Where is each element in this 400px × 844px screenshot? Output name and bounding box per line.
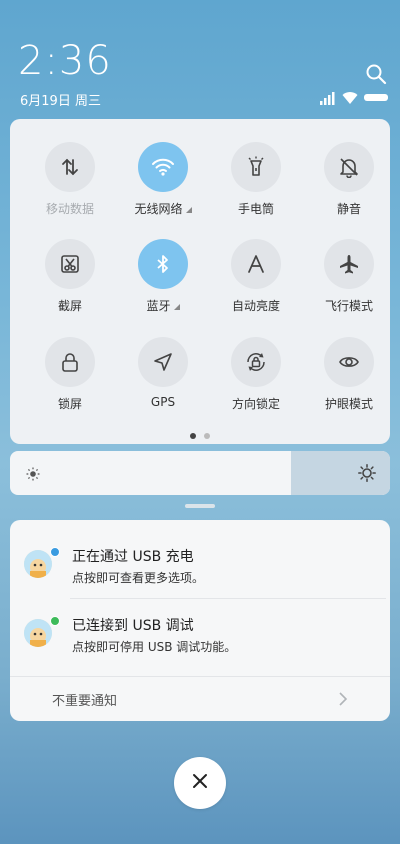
tile-gps[interactable]: GPS	[123, 337, 203, 417]
screenshot-icon[interactable]	[45, 239, 95, 289]
status-icons	[320, 90, 390, 105]
tile-label-text: GPS	[150, 395, 176, 409]
tile-label: 方向锁定	[206, 395, 306, 412]
tile-bluetooth[interactable]: 蓝牙	[123, 239, 203, 319]
tile-screenshot[interactable]: 截屏	[30, 239, 110, 319]
airplane-icon[interactable]	[324, 239, 374, 289]
tile-label-text: 自动亮度	[231, 299, 280, 313]
tile-label-text: 蓝牙	[146, 299, 171, 313]
drag-handle[interactable]	[185, 504, 215, 508]
tile-label: 护眼模式	[299, 395, 399, 412]
chevron-right-icon	[338, 691, 348, 707]
battery-icon	[364, 94, 388, 101]
tile-lock[interactable]: 锁屏	[30, 337, 110, 417]
tile-label: 静音	[299, 200, 399, 217]
wifi-status-icon	[342, 90, 358, 104]
unimportant-notifications-row[interactable]: 不重要通知	[10, 677, 390, 721]
tile-wifi[interactable]: 无线网络	[123, 142, 203, 222]
tile-label-text: 无线网络	[134, 202, 183, 216]
tile-flashlight[interactable]: 手电筒	[216, 142, 296, 222]
flashlight-icon[interactable]	[231, 142, 281, 192]
wifi-icon[interactable]	[138, 142, 188, 192]
notification-panel: 正在通过 USB 充电 点按即可查看更多选项。 已连接到 USB 调试 点按即可…	[10, 520, 390, 721]
expand-triangle-icon	[185, 207, 192, 213]
tile-label-text: 移动数据	[45, 202, 94, 216]
tile-mobile-data[interactable]: 移动数据	[30, 142, 110, 222]
android-system-icon	[24, 550, 52, 578]
mobile-data-icon[interactable]	[45, 142, 95, 192]
tile-eye[interactable]: 护眼模式	[309, 337, 389, 417]
close-icon	[192, 773, 208, 793]
brightness-slider[interactable]	[10, 451, 390, 495]
notification-title: 已连接到 USB 调试	[72, 618, 194, 634]
clock[interactable]: 2:36	[18, 38, 112, 84]
search-icon[interactable]	[364, 62, 388, 86]
tile-label: 无线网络	[113, 200, 213, 217]
bluetooth-icon[interactable]	[138, 239, 188, 289]
lock-icon[interactable]	[45, 337, 95, 387]
gps-icon[interactable]	[138, 337, 188, 387]
expand-triangle-icon	[173, 304, 180, 310]
tile-label: GPS	[113, 395, 213, 409]
brightness-low-icon	[26, 466, 40, 481]
quick-settings-panel: 移动数据 无线网络 手电筒 静音截屏 蓝牙 自动亮度 飞行模式锁屏 GPS 方向锁定 护眼模式	[10, 119, 390, 444]
tile-label-text: 静音	[336, 202, 361, 216]
unimportant-label: 不重要通知	[52, 694, 118, 709]
close-button[interactable]	[174, 757, 226, 809]
tile-label: 蓝牙	[113, 297, 213, 314]
page-dot	[204, 433, 210, 439]
date[interactable]: 6月19日 周三	[20, 90, 101, 109]
notification-badge	[50, 616, 60, 626]
tile-label-text: 护眼模式	[324, 397, 373, 411]
page-indicator	[188, 433, 212, 439]
android-system-icon	[24, 619, 52, 647]
tile-label: 移动数据	[20, 200, 120, 217]
brightness-high-icon	[358, 464, 376, 482]
page-dot-active	[190, 433, 196, 439]
tile-label-text: 飞行模式	[324, 299, 373, 313]
tile-label: 手电筒	[206, 200, 306, 217]
tile-label: 飞行模式	[299, 297, 399, 314]
tile-rotation-lock[interactable]: 方向锁定	[216, 337, 296, 417]
notification-body: 点按即可查看更多选项。	[72, 571, 205, 585]
tile-label: 截屏	[20, 297, 120, 314]
tile-label-text: 手电筒	[237, 202, 274, 216]
notification-body: 点按即可停用 USB 调试功能。	[72, 640, 237, 654]
notification-usb-debugging[interactable]: 已连接到 USB 调试 点按即可停用 USB 调试功能。	[10, 589, 390, 659]
notification-title: 正在通过 USB 充电	[72, 549, 194, 565]
tile-label-text: 方向锁定	[231, 397, 280, 411]
notification-badge	[50, 547, 60, 557]
tile-label: 锁屏	[20, 395, 120, 412]
tile-label: 自动亮度	[206, 297, 306, 314]
tile-auto-brightness[interactable]: 自动亮度	[216, 239, 296, 319]
signal-icon	[320, 90, 336, 105]
tile-airplane[interactable]: 飞行模式	[309, 239, 389, 319]
auto-brightness-icon[interactable]	[231, 239, 281, 289]
tile-label-text: 锁屏	[57, 397, 82, 411]
rotation-lock-icon[interactable]	[231, 337, 281, 387]
tile-label-text: 截屏	[57, 299, 82, 313]
notification-usb-charging[interactable]: 正在通过 USB 充电 点按即可查看更多选项。	[10, 520, 390, 590]
eye-icon[interactable]	[324, 337, 374, 387]
mute-bell-icon[interactable]	[324, 142, 374, 192]
status-bar: 2:36 6月19日 周三	[0, 0, 400, 112]
tile-mute-bell[interactable]: 静音	[309, 142, 389, 222]
